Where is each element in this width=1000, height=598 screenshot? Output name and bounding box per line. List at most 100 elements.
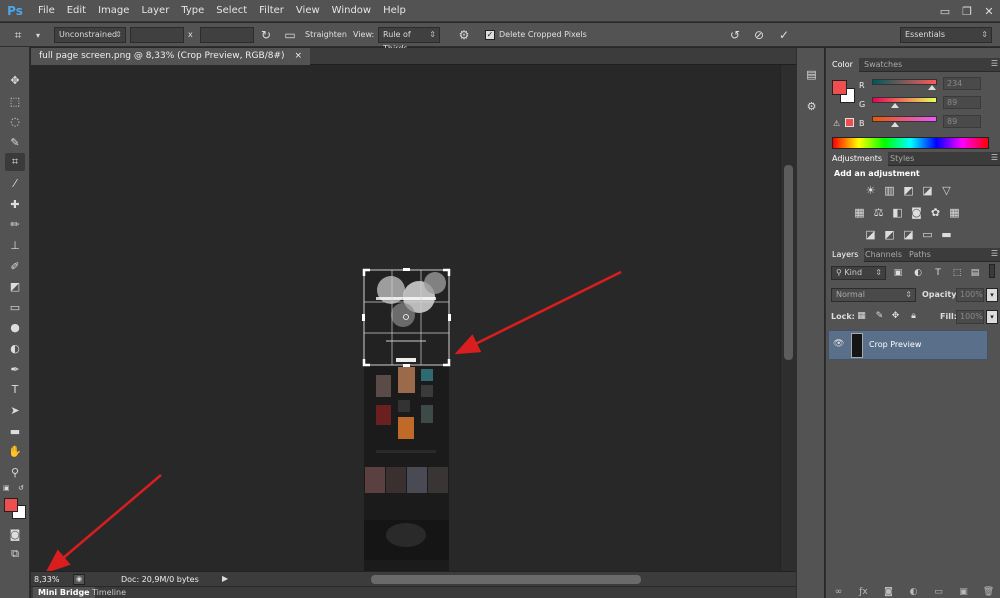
straighten-label[interactable]: Straighten [305, 27, 347, 43]
hue-saturation-icon[interactable]: ▦ [853, 206, 866, 219]
history-panel-icon[interactable]: ▤ [803, 66, 820, 83]
tab-channels[interactable]: Channels [859, 248, 908, 262]
hand-tool-icon[interactable]: ✋ [5, 442, 25, 460]
new-adjustment-layer-icon[interactable]: ◐ [908, 586, 920, 598]
new-layer-icon[interactable]: ▣ [958, 586, 970, 598]
opacity-dropdown-button[interactable]: ▾ [986, 288, 998, 302]
tab-adjustments[interactable]: Adjustments [826, 152, 889, 166]
vertical-scroll-thumb[interactable] [784, 165, 793, 360]
canvas-area[interactable] [31, 65, 780, 571]
ratio-height-input[interactable] [200, 27, 254, 43]
commit-icon[interactable]: ✓ [776, 27, 792, 43]
blend-mode-select[interactable]: Normal [831, 288, 916, 302]
layer-filter-kind-select[interactable]: ⚲ Kind [831, 266, 886, 280]
channel-mixer-icon[interactable]: ✿ [929, 206, 942, 219]
adjustment-filter-icon[interactable]: ◐ [912, 266, 924, 280]
gamut-warning-icon[interactable]: ⚠ [833, 119, 840, 128]
reset-icon[interactable]: ↺ [727, 27, 743, 43]
quick-mask-icon[interactable]: ◙ [5, 525, 25, 543]
path-selection-tool-icon[interactable]: ➤ [5, 401, 25, 419]
gradient-tool-icon[interactable]: ▭ [5, 298, 25, 316]
brush-tool-icon[interactable]: ✏ [5, 215, 25, 233]
status-menu-icon[interactable]: ◉ [73, 574, 85, 585]
zoom-tool-icon[interactable]: ⚲ [5, 463, 25, 481]
vertical-scrollbar[interactable] [780, 65, 796, 571]
panel-menu-icon[interactable]: ☰ [991, 153, 998, 162]
history-brush-tool-icon[interactable]: ✐ [5, 257, 25, 275]
photo-filter-icon[interactable]: ◙ [910, 206, 923, 219]
lock-position-icon[interactable]: ✥ [890, 310, 901, 322]
layer-style-icon[interactable]: ƒx [858, 586, 870, 598]
ratio-width-input[interactable] [130, 27, 184, 43]
color-lookup-icon[interactable]: ▦ [948, 206, 961, 219]
crop-tool-preset-icon[interactable]: ⌗ [10, 27, 26, 43]
panel-menu-icon[interactable]: ☰ [991, 59, 998, 68]
opacity-input[interactable]: 100% [956, 288, 984, 302]
color-spectrum-bar[interactable] [832, 137, 989, 149]
fill-input[interactable]: 100% [956, 310, 984, 324]
document-tab[interactable]: full page screen.png @ 8,33% (Crop Previ… [31, 48, 311, 65]
properties-panel-icon[interactable]: ⚙ [803, 98, 820, 115]
menu-image[interactable]: Image [92, 0, 135, 22]
vibrance-icon[interactable]: ▽ [940, 184, 953, 197]
channel-g-knob[interactable] [890, 103, 899, 108]
status-info-arrow-icon[interactable]: ▶ [222, 574, 228, 583]
eyedropper-tool-icon[interactable]: ⁄ [5, 174, 25, 192]
channel-r-value[interactable]: 234 [943, 77, 981, 90]
minimize-button[interactable]: ▭ [934, 0, 956, 22]
blur-tool-icon[interactable]: ● [5, 318, 25, 336]
cancel-icon[interactable]: ⊘ [751, 27, 767, 43]
lock-all-icon[interactable]: 🔒︎ [908, 310, 919, 322]
menu-select[interactable]: Select [210, 0, 253, 22]
view-overlay-select[interactable]: Rule of Thirds [378, 27, 440, 53]
levels-icon[interactable]: ▥ [883, 184, 896, 197]
restore-button[interactable]: ❐ [956, 0, 978, 22]
exposure-icon[interactable]: ◪ [921, 184, 934, 197]
menu-layer[interactable]: Layer [135, 0, 175, 22]
tab-color[interactable]: Color [826, 58, 859, 72]
delete-cropped-checkbox[interactable]: ✓ [485, 30, 495, 40]
selective-color-icon[interactable]: ▭ [921, 228, 934, 241]
type-filter-icon[interactable]: T [932, 266, 944, 280]
menu-help[interactable]: Help [377, 0, 412, 22]
tab-timeline[interactable]: Timeline [87, 587, 131, 598]
lasso-tool-icon[interactable]: ◌ [5, 112, 25, 130]
layer-mask-icon[interactable]: ◙ [883, 586, 895, 598]
shape-filter-icon[interactable]: ⬚ [951, 266, 963, 280]
pen-tool-icon[interactable]: ✒ [5, 360, 25, 378]
color-foreground-swatch[interactable] [832, 80, 847, 95]
screen-mode-icon[interactable]: ⧉ [5, 545, 25, 563]
filter-toggle[interactable] [989, 264, 995, 278]
invert-icon[interactable]: ◪ [864, 228, 877, 241]
lock-pixels-icon[interactable]: ✎ [874, 310, 885, 322]
curves-icon[interactable]: ◩ [902, 184, 915, 197]
horizontal-scroll-thumb[interactable] [371, 575, 641, 584]
menu-type[interactable]: Type [175, 0, 210, 22]
tab-styles[interactable]: Styles [884, 152, 920, 166]
black-white-icon[interactable]: ◧ [891, 206, 904, 219]
lock-transparent-icon[interactable]: ▦ [856, 310, 867, 322]
new-group-icon[interactable]: ▭ [933, 586, 945, 598]
ratio-preset-select[interactable]: Unconstrained [54, 27, 126, 43]
panel-menu-icon[interactable]: ☰ [991, 249, 998, 258]
trash-icon[interactable]: 🗑︎ [983, 586, 995, 598]
channel-b-value[interactable]: 89 [943, 115, 981, 128]
straighten-icon[interactable]: ▭ [282, 27, 298, 43]
menu-window[interactable]: Window [326, 0, 377, 22]
channel-g-value[interactable]: 89 [943, 96, 981, 109]
menu-edit[interactable]: Edit [61, 0, 92, 22]
pixel-filter-icon[interactable]: ▣ [892, 266, 904, 280]
threshold-icon[interactable]: ◪ [902, 228, 915, 241]
layer-name[interactable]: Crop Preview [869, 340, 921, 349]
close-button[interactable]: ✕ [978, 0, 1000, 22]
tab-mini-bridge[interactable]: Mini Bridge [33, 587, 95, 598]
eraser-tool-icon[interactable]: ◩ [5, 277, 25, 295]
gamut-color-swatch[interactable] [845, 118, 854, 127]
quick-selection-tool-icon[interactable]: ✎ [5, 133, 25, 151]
gear-icon[interactable]: ⚙ [456, 27, 472, 43]
marquee-tool-icon[interactable]: ⬚ [5, 92, 25, 110]
healing-brush-tool-icon[interactable]: ✚ [5, 195, 25, 213]
layer-row[interactable]: 👁︎ Crop Preview [828, 330, 988, 360]
posterize-icon[interactable]: ◩ [883, 228, 896, 241]
menu-file[interactable]: File [32, 0, 61, 22]
